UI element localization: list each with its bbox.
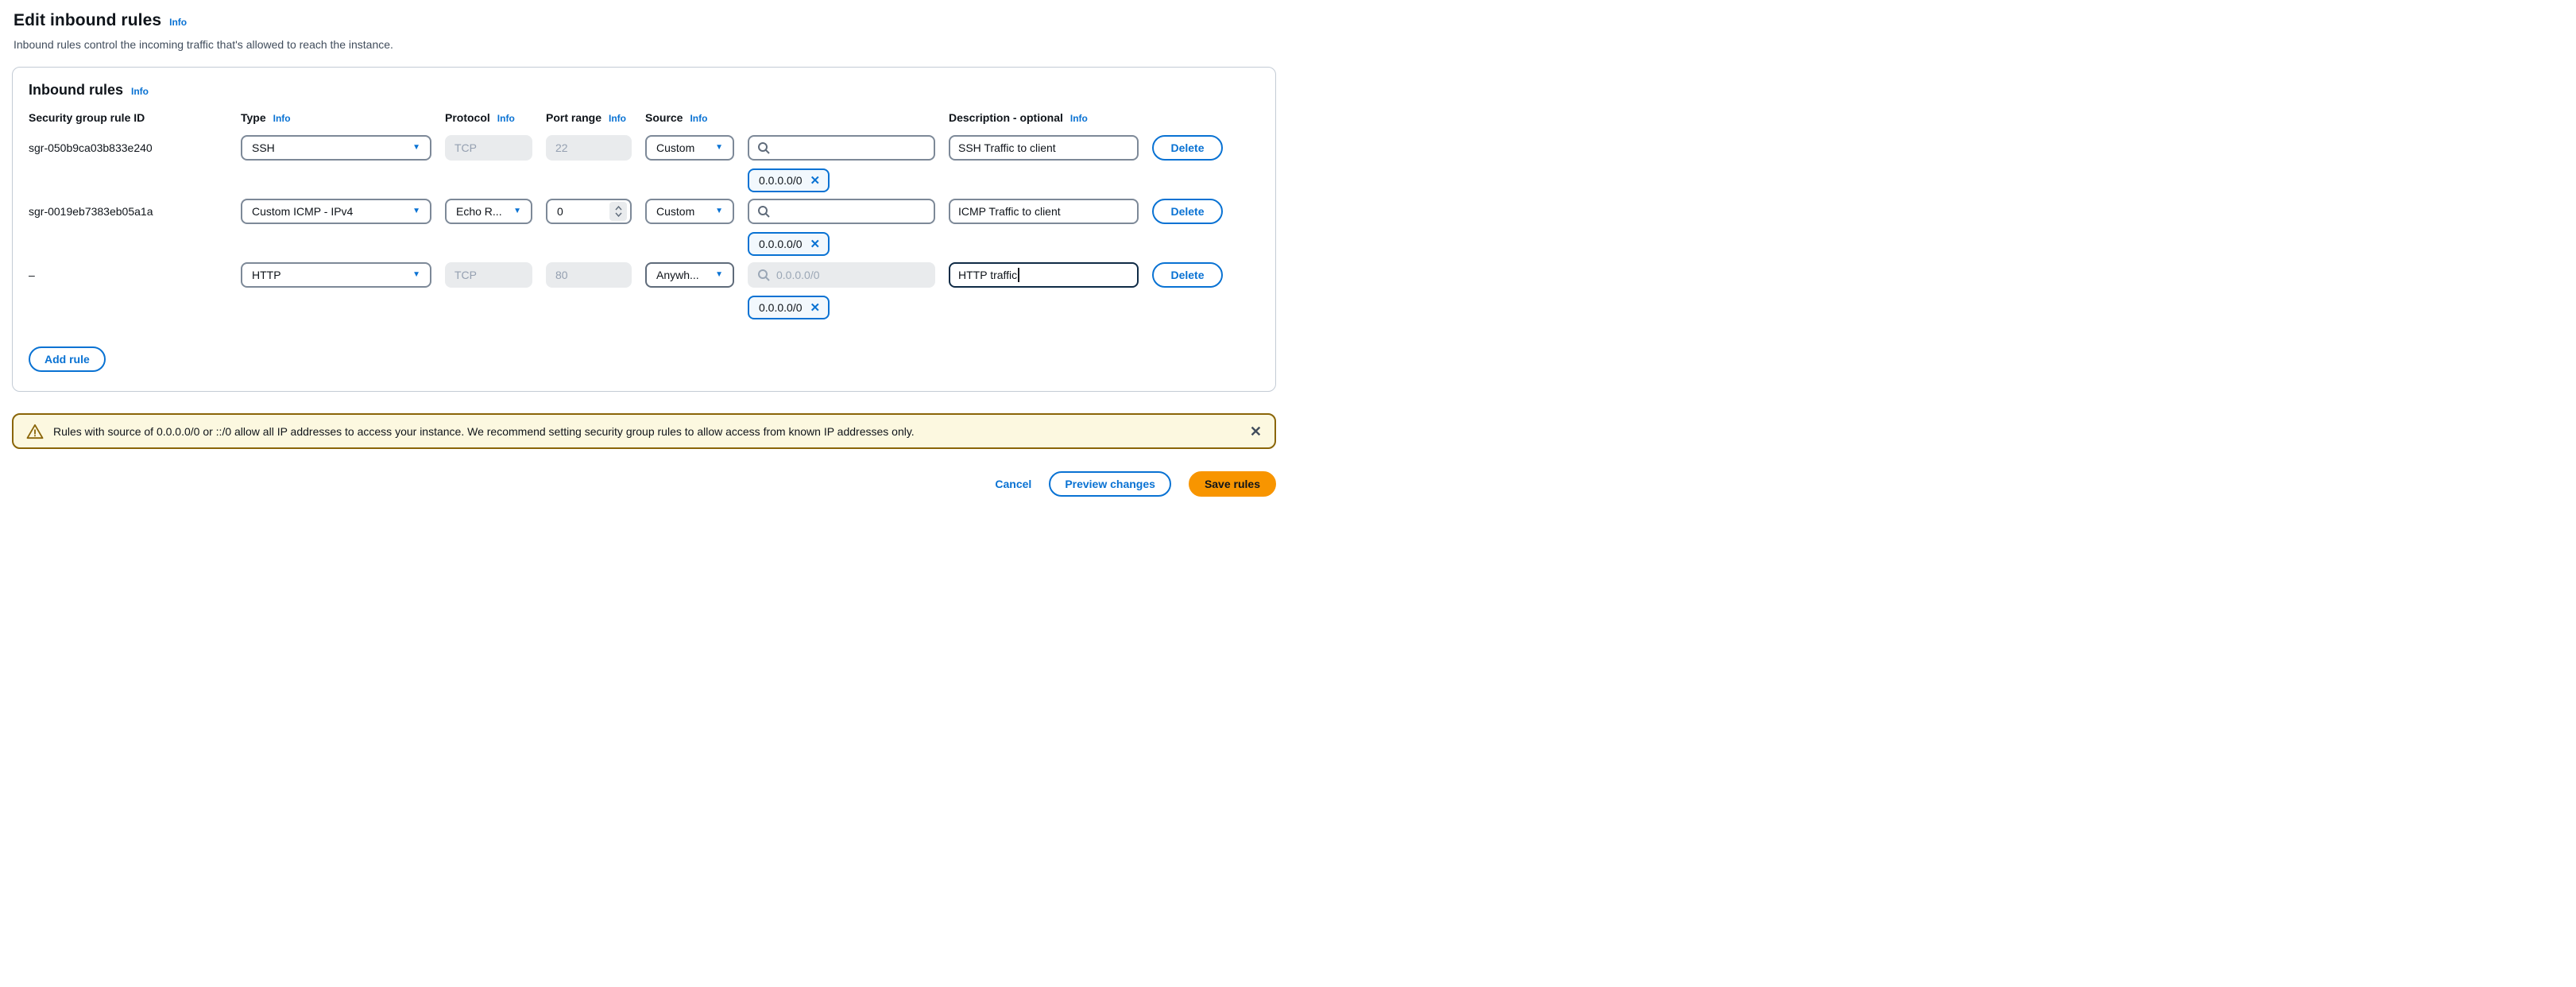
col-header-rule-id: Security group rule ID — [29, 111, 227, 124]
rule-row-http: – HTTP ▼ TCP 80 Anywh... ▼ HTTP traffic — [29, 262, 1259, 319]
remove-token-icon[interactable]: ✕ — [810, 238, 821, 250]
footer-actions: Cancel Preview changes Save rules — [12, 471, 1276, 497]
source-search-input[interactable] — [776, 141, 926, 154]
type-select[interactable]: Custom ICMP - IPv4 ▼ — [241, 199, 431, 224]
page-subtitle: Inbound rules control the incoming traff… — [14, 38, 1276, 51]
source-info-link[interactable]: Info — [690, 113, 707, 124]
source-select[interactable]: Custom ▼ — [645, 135, 734, 161]
chevron-down-icon: ▼ — [715, 271, 723, 279]
text-cursor — [1018, 268, 1019, 282]
warning-icon — [26, 424, 44, 439]
protocol-select[interactable]: Echo R... ▼ — [445, 199, 532, 224]
source-search-box[interactable] — [748, 199, 935, 224]
type-select[interactable]: SSH ▼ — [241, 135, 431, 161]
port-field-disabled: 22 — [546, 135, 632, 161]
remove-token-icon[interactable]: ✕ — [810, 302, 821, 314]
chevron-down-icon: ▼ — [412, 271, 420, 279]
source-token: 0.0.0.0/0 ✕ — [748, 168, 830, 192]
page-header: Edit inbound rules Info — [14, 11, 1276, 30]
col-header-description: Description - optional Info — [949, 111, 1139, 124]
source-token: 0.0.0.0/0 ✕ — [748, 296, 830, 319]
port-range-info-link[interactable]: Info — [609, 113, 626, 124]
column-headers: Security group rule ID Type Info Protoco… — [29, 111, 1259, 124]
chevron-down-icon: ▼ — [412, 144, 420, 152]
rule-row-ssh: sgr-050b9ca03b833e240 SSH ▼ TCP 22 Custo… — [29, 135, 1259, 192]
chevron-down-icon: ▼ — [412, 207, 420, 215]
save-rules-button[interactable]: Save rules — [1189, 471, 1276, 497]
type-select[interactable]: HTTP ▼ — [241, 262, 431, 288]
col-header-source: Source Info — [645, 111, 935, 124]
cancel-button[interactable]: Cancel — [995, 478, 1031, 490]
chevron-down-icon: ▼ — [715, 207, 723, 215]
search-icon — [757, 269, 770, 281]
description-input-focused[interactable]: HTTP traffic — [949, 262, 1139, 288]
search-icon — [757, 141, 770, 154]
stepper-up-icon — [615, 206, 622, 211]
delete-rule-button[interactable]: Delete — [1152, 135, 1223, 161]
col-header-port-range: Port range Info — [546, 111, 632, 124]
source-search-box-disabled — [748, 262, 935, 288]
protocol-field-disabled: TCP — [445, 135, 532, 161]
source-search-input[interactable] — [776, 205, 926, 218]
page-title: Edit inbound rules — [14, 11, 161, 30]
search-icon — [757, 205, 770, 218]
card-title-info-link[interactable]: Info — [131, 86, 149, 97]
delete-rule-button[interactable]: Delete — [1152, 199, 1223, 224]
source-select[interactable]: Custom ▼ — [645, 199, 734, 224]
rule-row-icmp: sgr-0019eb7383eb05a1a Custom ICMP - IPv4… — [29, 199, 1259, 256]
inbound-rules-card: Inbound rules Info Security group rule I… — [12, 67, 1276, 392]
source-select[interactable]: Anywh... ▼ — [645, 262, 734, 288]
description-input[interactable] — [949, 199, 1139, 224]
protocol-info-link[interactable]: Info — [497, 113, 515, 124]
chevron-down-icon: ▼ — [513, 207, 521, 215]
rule-id: – — [29, 269, 227, 281]
col-header-type: Type Info — [241, 111, 431, 124]
warning-text: Rules with source of 0.0.0.0/0 or ::/0 a… — [53, 425, 1240, 438]
rule-id: sgr-050b9ca03b833e240 — [29, 141, 227, 154]
add-rule-button[interactable]: Add rule — [29, 346, 106, 372]
description-input[interactable] — [949, 135, 1139, 161]
source-search-input — [776, 269, 926, 281]
port-number-input[interactable]: 0 — [546, 199, 632, 224]
remove-token-icon[interactable]: ✕ — [810, 175, 821, 187]
card-title: Inbound rules — [29, 82, 123, 99]
delete-rule-button[interactable]: Delete — [1152, 262, 1223, 288]
chevron-down-icon: ▼ — [715, 144, 723, 152]
number-stepper[interactable] — [609, 202, 627, 221]
close-icon[interactable]: ✕ — [1250, 424, 1262, 439]
warning-banner: Rules with source of 0.0.0.0/0 or ::/0 a… — [12, 413, 1276, 449]
type-info-link[interactable]: Info — [273, 113, 291, 124]
protocol-field-disabled: TCP — [445, 262, 532, 288]
page-title-info-link[interactable]: Info — [169, 17, 187, 28]
source-token: 0.0.0.0/0 ✕ — [748, 232, 830, 256]
preview-changes-button[interactable]: Preview changes — [1049, 471, 1171, 497]
port-field-disabled: 80 — [546, 262, 632, 288]
stepper-down-icon — [615, 212, 622, 217]
col-header-protocol: Protocol Info — [445, 111, 532, 124]
source-search-box[interactable] — [748, 135, 935, 161]
rule-id: sgr-0019eb7383eb05a1a — [29, 205, 227, 218]
description-info-link[interactable]: Info — [1070, 113, 1088, 124]
